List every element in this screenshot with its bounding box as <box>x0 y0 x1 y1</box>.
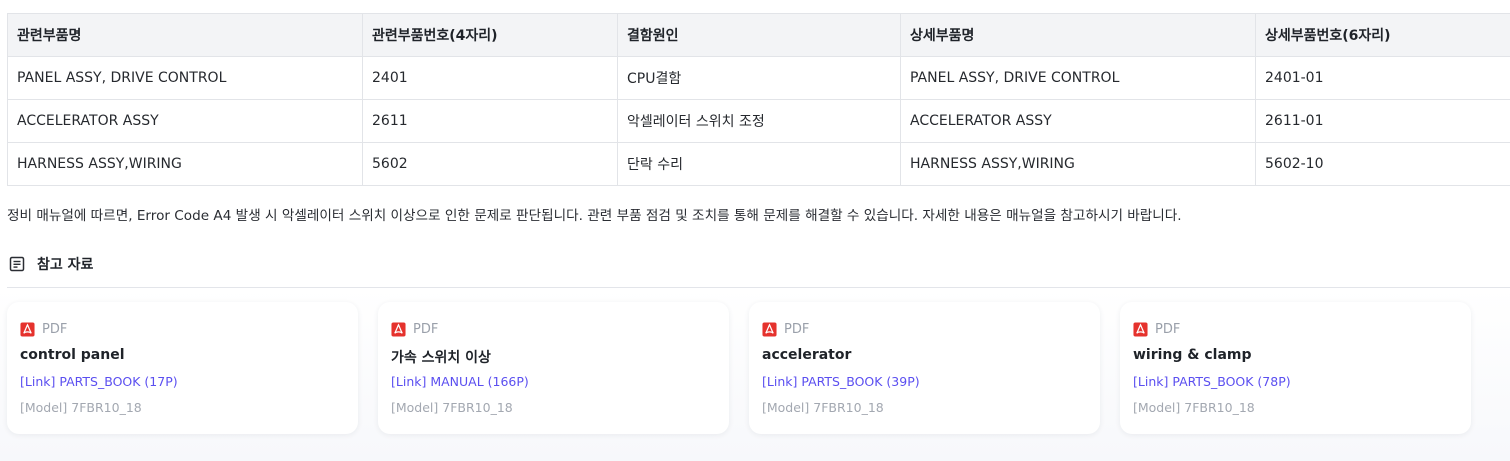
references-heading: 참고 자료 <box>9 254 93 274</box>
table-cell: 2401-01 <box>1255 56 1510 100</box>
reference-title: wiring & clamp <box>1133 347 1252 363</box>
reference-link[interactable]: [Link] PARTS_BOOK (78P) <box>1133 374 1291 389</box>
reference-model: [Model] 7FBR10_18 <box>762 400 884 415</box>
maintenance-description: 정비 매뉴얼에 따르면, Error Code A4 발생 시 악셀레이터 스위… <box>7 208 1182 224</box>
table-row: ACCELERATOR ASSY 2611 악셀레이터 스위치 조정 ACCEL… <box>7 99 1510 143</box>
table-cell: 5602-10 <box>1255 142 1510 186</box>
reference-card[interactable]: PDF control panel [Link] PARTS_BOOK (17P… <box>7 302 358 434</box>
column-header-detail-part-name: 상세부품명 <box>900 13 1256 57</box>
pdf-tag: PDF <box>20 322 67 337</box>
table-row: PANEL ASSY, DRIVE CONTROL 2401 CPU결함 PAN… <box>7 56 1510 100</box>
table-cell: 단락 수리 <box>617 142 901 186</box>
reference-link[interactable]: [Link] PARTS_BOOK (39P) <box>762 374 920 389</box>
column-header-related-part-name: 관련부품명 <box>7 13 363 57</box>
pdf-icon <box>20 322 35 337</box>
table-cell: ACCELERATOR ASSY <box>900 99 1256 143</box>
reference-model: [Model] 7FBR10_18 <box>20 400 142 415</box>
column-header-related-part-number: 관련부품번호(4자리) <box>362 13 618 57</box>
pdf-tag: PDF <box>1133 322 1180 337</box>
reference-title: accelerator <box>762 347 852 363</box>
file-type-label: PDF <box>413 322 439 337</box>
reference-card[interactable]: PDF 가속 스위치 이상 [Link] MANUAL (166P) [Mode… <box>378 302 729 434</box>
table-cell: HARNESS ASSY,WIRING <box>900 142 1256 186</box>
table-cell: HARNESS ASSY,WIRING <box>7 142 363 186</box>
parts-table-wrapper: 관련부품명 관련부품번호(4자리) 결함원인 상세부품명 상세부품번호(6자리)… <box>7 13 1510 186</box>
file-type-label: PDF <box>784 322 810 337</box>
table-cell: 악셀레이터 스위치 조정 <box>617 99 901 143</box>
reference-model: [Model] 7FBR10_18 <box>391 400 513 415</box>
reference-title: control panel <box>20 347 125 363</box>
references-title: 참고 자료 <box>37 257 94 273</box>
table-cell: PANEL ASSY, DRIVE CONTROL <box>900 56 1256 100</box>
table-header-row: 관련부품명 관련부품번호(4자리) 결함원인 상세부품명 상세부품번호(6자리) <box>7 13 1510 57</box>
table-cell: PANEL ASSY, DRIVE CONTROL <box>7 56 363 100</box>
column-header-defect-cause: 결함원인 <box>617 13 901 57</box>
table-cell: 2611-01 <box>1255 99 1510 143</box>
reference-model: [Model] 7FBR10_18 <box>1133 400 1255 415</box>
table-cell: ACCELERATOR ASSY <box>7 99 363 143</box>
pdf-icon <box>391 322 406 337</box>
table-cell: 2611 <box>362 99 618 143</box>
reference-title: 가속 스위치 이상 <box>391 350 491 366</box>
table-cell: CPU결함 <box>617 56 901 100</box>
pdf-tag: PDF <box>391 322 438 337</box>
reference-link[interactable]: [Link] PARTS_BOOK (17P) <box>20 374 178 389</box>
pdf-icon <box>762 322 777 337</box>
file-type-label: PDF <box>42 322 68 337</box>
reference-link[interactable]: [Link] MANUAL (166P) <box>391 374 529 389</box>
column-header-detail-part-number: 상세부품번호(6자리) <box>1255 13 1510 57</box>
document-list-icon <box>9 256 25 272</box>
reference-card[interactable]: PDF accelerator [Link] PARTS_BOOK (39P) … <box>749 302 1100 434</box>
table-cell: 2401 <box>362 56 618 100</box>
table-row: HARNESS ASSY,WIRING 5602 단락 수리 HARNESS A… <box>7 142 1510 186</box>
pdf-icon <box>1133 322 1148 337</box>
table-cell: 5602 <box>362 142 618 186</box>
file-type-label: PDF <box>1155 322 1181 337</box>
pdf-tag: PDF <box>762 322 809 337</box>
reference-card[interactable]: PDF wiring & clamp [Link] PARTS_BOOK (78… <box>1120 302 1471 434</box>
parts-table: 관련부품명 관련부품번호(4자리) 결함원인 상세부품명 상세부품번호(6자리)… <box>7 13 1510 186</box>
